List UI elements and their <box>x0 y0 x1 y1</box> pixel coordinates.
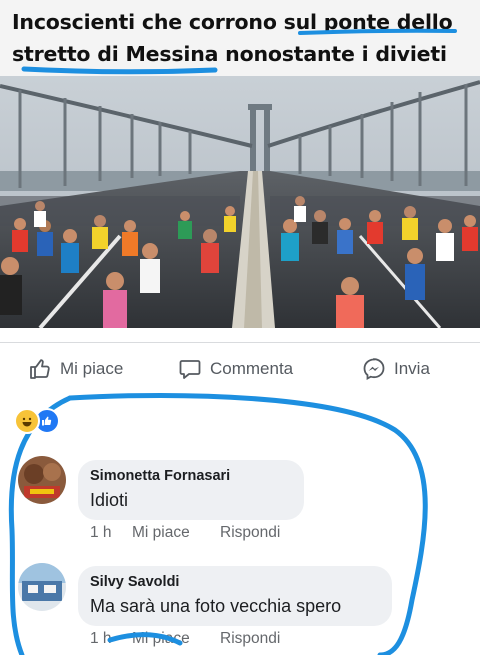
comment-text: Idioti <box>90 490 129 510</box>
post-photo[interactable] <box>0 76 480 328</box>
speech-bubble-icon <box>178 357 202 381</box>
send-button-label: Invia <box>394 359 430 378</box>
comment-bubble: Simonetta Fornasari Idioti <box>78 460 304 520</box>
send-button[interactable]: Invia <box>362 356 430 382</box>
comment-button[interactable]: Commenta <box>178 356 293 382</box>
bridge-marathon-illustration <box>0 76 480 328</box>
haha-reaction-icon <box>14 408 40 434</box>
comment-timestamp[interactable]: 1 h <box>90 630 132 648</box>
comment-bubble: Silvy Savoldi Ma sarà una foto vecchia s… <box>78 566 392 626</box>
caption-line-1: Incoscienti che corrono sul ponte dello <box>12 10 453 34</box>
caption-line-2: stretto di Messina nonostante i divieti <box>12 42 447 66</box>
comment-text: Ma sarà una foto vecchia spero <box>90 596 342 616</box>
comment-like-link[interactable]: Mi piace <box>132 630 220 648</box>
like-button[interactable]: Mi piace <box>28 356 123 382</box>
reaction-summary[interactable] <box>14 408 60 434</box>
like-button-label: Mi piace <box>60 359 124 378</box>
comment-meta: 1 h Mi piace Rispondi <box>90 630 280 648</box>
circle-stroke <box>8 395 73 655</box>
comment-like-link[interactable]: Mi piace <box>132 524 220 542</box>
avatar-image <box>18 456 66 504</box>
post-action-bar: Mi piace Commenta Invia <box>0 350 480 390</box>
avatar[interactable] <box>18 563 66 611</box>
post-caption: Incoscienti che corrono sul ponte dello … <box>0 0 480 76</box>
comment-author[interactable]: Simonetta Fornasari <box>90 468 290 484</box>
comment-timestamp[interactable]: 1 h <box>90 524 132 542</box>
comment-button-label: Commenta <box>210 359 294 378</box>
comment-author[interactable]: Silvy Savoldi <box>90 574 378 590</box>
thumbs-up-icon <box>28 357 52 381</box>
avatar[interactable] <box>18 456 66 504</box>
comment-reply-link[interactable]: Rispondi <box>220 630 280 648</box>
avatar-image <box>18 563 66 611</box>
messenger-icon <box>362 357 386 381</box>
comment-reply-link[interactable]: Rispondi <box>220 524 280 542</box>
divider <box>0 342 480 343</box>
comment-meta: 1 h Mi piace Rispondi <box>90 524 280 542</box>
